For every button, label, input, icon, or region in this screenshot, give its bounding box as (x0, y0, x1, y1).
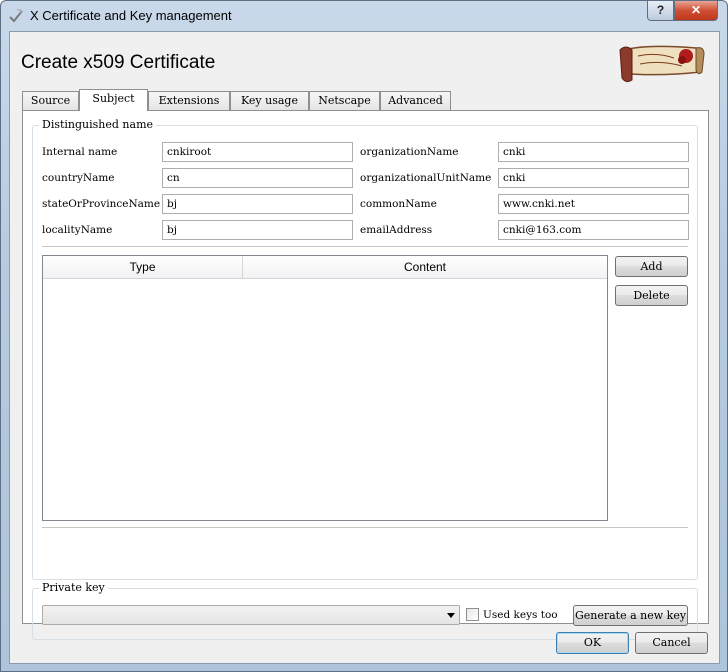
delete-button[interactable]: Delete (615, 285, 688, 306)
chevron-down-icon (447, 613, 455, 618)
state-or-province-name-label: stateOrProvinceName (42, 198, 161, 210)
title-bar[interactable]: X Certificate and Key management ? ✕ (1, 1, 727, 31)
organizational-unit-name-input[interactable]: cnki (498, 168, 689, 188)
xca-scroll-logo (619, 45, 705, 83)
column-header-type[interactable]: Type (43, 256, 243, 279)
internal-name-input[interactable]: cnkiroot (162, 142, 353, 162)
distinguished-name-group: Distinguished name Internal name cnkiroo… (32, 118, 698, 580)
subject-tab-pane: Distinguished name Internal name cnkiroo… (22, 110, 709, 640)
used-keys-too-checkbox[interactable] (466, 608, 479, 621)
tab-key-usage[interactable]: Key usage (230, 91, 309, 111)
tab-extensions[interactable]: Extensions (148, 91, 230, 111)
tab-source[interactable]: Source (22, 91, 79, 111)
email-address-input[interactable]: cnki@163.com (498, 220, 689, 240)
country-name-input[interactable]: cn (162, 168, 353, 188)
separator (42, 246, 688, 247)
private-key-title: Private key (39, 581, 108, 594)
country-name-label: countryName (42, 172, 115, 184)
organization-name-input[interactable]: cnki (498, 142, 689, 162)
add-button[interactable]: Add (615, 256, 688, 277)
extra-entries-table[interactable]: Type Content (42, 255, 608, 521)
organizational-unit-name-label: organizationalUnitName (360, 172, 492, 184)
state-or-province-name-input[interactable]: bj (162, 194, 353, 214)
organization-name-label: organizationName (360, 146, 459, 158)
locality-name-input[interactable]: bj (162, 220, 353, 240)
common-name-input[interactable]: www.cnki.net (498, 194, 689, 214)
column-header-content[interactable]: Content (243, 256, 607, 279)
distinguished-name-title: Distinguished name (39, 118, 157, 131)
tab-advanced[interactable]: Advanced (380, 91, 451, 111)
used-keys-too-label: Used keys too (483, 609, 558, 621)
common-name-label: commonName (360, 198, 437, 210)
tab-subject[interactable]: Subject (79, 89, 148, 111)
close-window-button[interactable]: ✕ (674, 1, 718, 21)
ok-button[interactable]: OK (556, 632, 629, 654)
tab-netscape[interactable]: Netscape (309, 91, 380, 111)
help-button[interactable]: ? (647, 1, 674, 21)
dialog-client-area: Create x509 Certificate Source Subject E… (9, 31, 720, 664)
window-title: X Certificate and Key management (30, 8, 232, 23)
email-address-label: emailAddress (360, 224, 433, 236)
certificate-app-icon (9, 9, 23, 23)
locality-name-label: localityName (42, 224, 113, 236)
cancel-button[interactable]: Cancel (635, 632, 708, 654)
generate-new-key-button[interactable]: Generate a new key (573, 605, 688, 626)
separator (42, 527, 688, 528)
internal-name-label: Internal name (42, 146, 118, 158)
private-key-select[interactable] (42, 605, 460, 625)
application-window: X Certificate and Key management ? ✕ Cre… (0, 0, 728, 672)
dialog-heading: Create x509 Certificate (21, 52, 216, 73)
